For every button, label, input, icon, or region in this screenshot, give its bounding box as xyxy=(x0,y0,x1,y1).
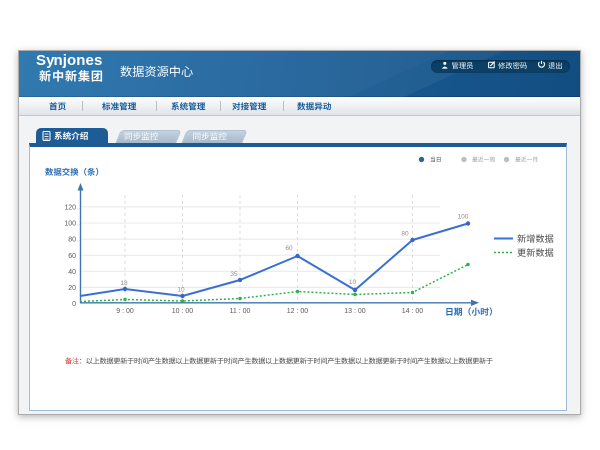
svg-text:60: 60 xyxy=(68,253,76,260)
svg-text:18: 18 xyxy=(120,280,128,287)
svg-text:11 : 00: 11 : 00 xyxy=(230,308,251,315)
svg-text:10: 10 xyxy=(349,279,357,286)
svg-text:0: 0 xyxy=(72,301,76,308)
svg-text:80: 80 xyxy=(68,237,76,244)
svg-text:100: 100 xyxy=(458,214,469,221)
svg-text:100: 100 xyxy=(64,221,76,228)
svg-text:20: 20 xyxy=(68,285,76,292)
svg-text:40: 40 xyxy=(68,269,76,276)
svg-text:9 : 00: 9 : 00 xyxy=(116,308,134,315)
svg-text:10: 10 xyxy=(177,287,185,294)
svg-text:12 : 00: 12 : 00 xyxy=(287,308,309,315)
svg-text:14 : 00: 14 : 00 xyxy=(402,308,424,315)
svg-text:60: 60 xyxy=(285,245,293,252)
svg-text:35: 35 xyxy=(230,271,238,278)
svg-text:10 : 00: 10 : 00 xyxy=(172,308,194,315)
svg-text:80: 80 xyxy=(401,231,409,238)
svg-text:120: 120 xyxy=(64,205,76,212)
svg-text:13 : 00: 13 : 00 xyxy=(344,308,366,315)
